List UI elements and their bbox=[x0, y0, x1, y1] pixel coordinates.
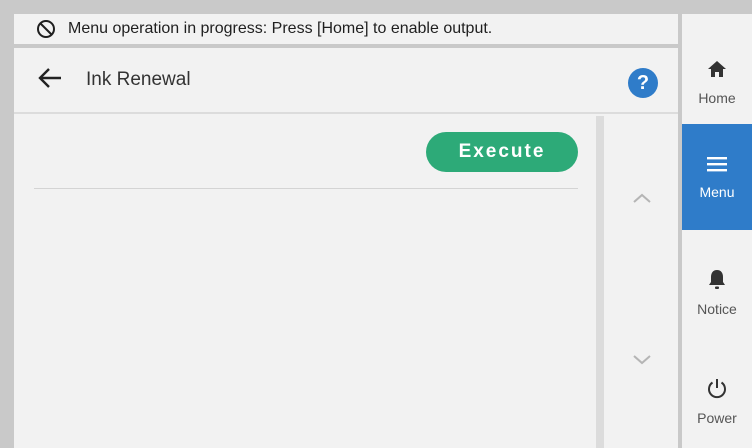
divider bbox=[34, 188, 578, 189]
execute-button[interactable]: Execute bbox=[426, 132, 578, 172]
scroll-controls bbox=[608, 114, 678, 448]
nav-label-power: Power bbox=[697, 409, 737, 426]
nav-label-notice: Notice bbox=[697, 300, 737, 317]
content-area: Execute bbox=[14, 114, 594, 448]
chevron-up-icon bbox=[632, 191, 652, 209]
prohibited-icon bbox=[36, 19, 56, 39]
scrollbar[interactable] bbox=[596, 116, 604, 448]
menu-icon bbox=[706, 155, 728, 178]
help-button[interactable]: ? bbox=[628, 68, 658, 98]
home-icon bbox=[707, 59, 727, 84]
back-button[interactable] bbox=[30, 60, 70, 100]
page-title: Ink Renewal bbox=[86, 69, 191, 90]
bell-icon bbox=[707, 268, 727, 295]
right-nav: Home Menu Notice Power bbox=[682, 14, 752, 448]
main-panel: Ink Renewal ? Execute bbox=[14, 48, 678, 448]
chevron-down-icon bbox=[632, 353, 652, 371]
nav-item-power[interactable]: Power bbox=[682, 354, 752, 448]
scroll-down-button[interactable] bbox=[622, 342, 662, 382]
status-message: Menu operation in progress: Press [Home]… bbox=[68, 20, 493, 37]
status-bar: Menu operation in progress: Press [Home]… bbox=[14, 14, 678, 44]
nav-label-home: Home bbox=[698, 89, 736, 106]
arrow-left-icon bbox=[37, 67, 63, 94]
power-icon bbox=[706, 377, 728, 404]
nav-item-notice[interactable]: Notice bbox=[682, 244, 752, 340]
scroll-up-button[interactable] bbox=[622, 180, 662, 220]
nav-item-home[interactable]: Home bbox=[682, 34, 752, 130]
nav-item-menu[interactable]: Menu bbox=[682, 124, 752, 230]
nav-label-menu: Menu bbox=[699, 183, 735, 200]
screen: Menu operation in progress: Press [Home]… bbox=[0, 0, 752, 448]
title-bar: Ink Renewal ? bbox=[14, 48, 678, 114]
